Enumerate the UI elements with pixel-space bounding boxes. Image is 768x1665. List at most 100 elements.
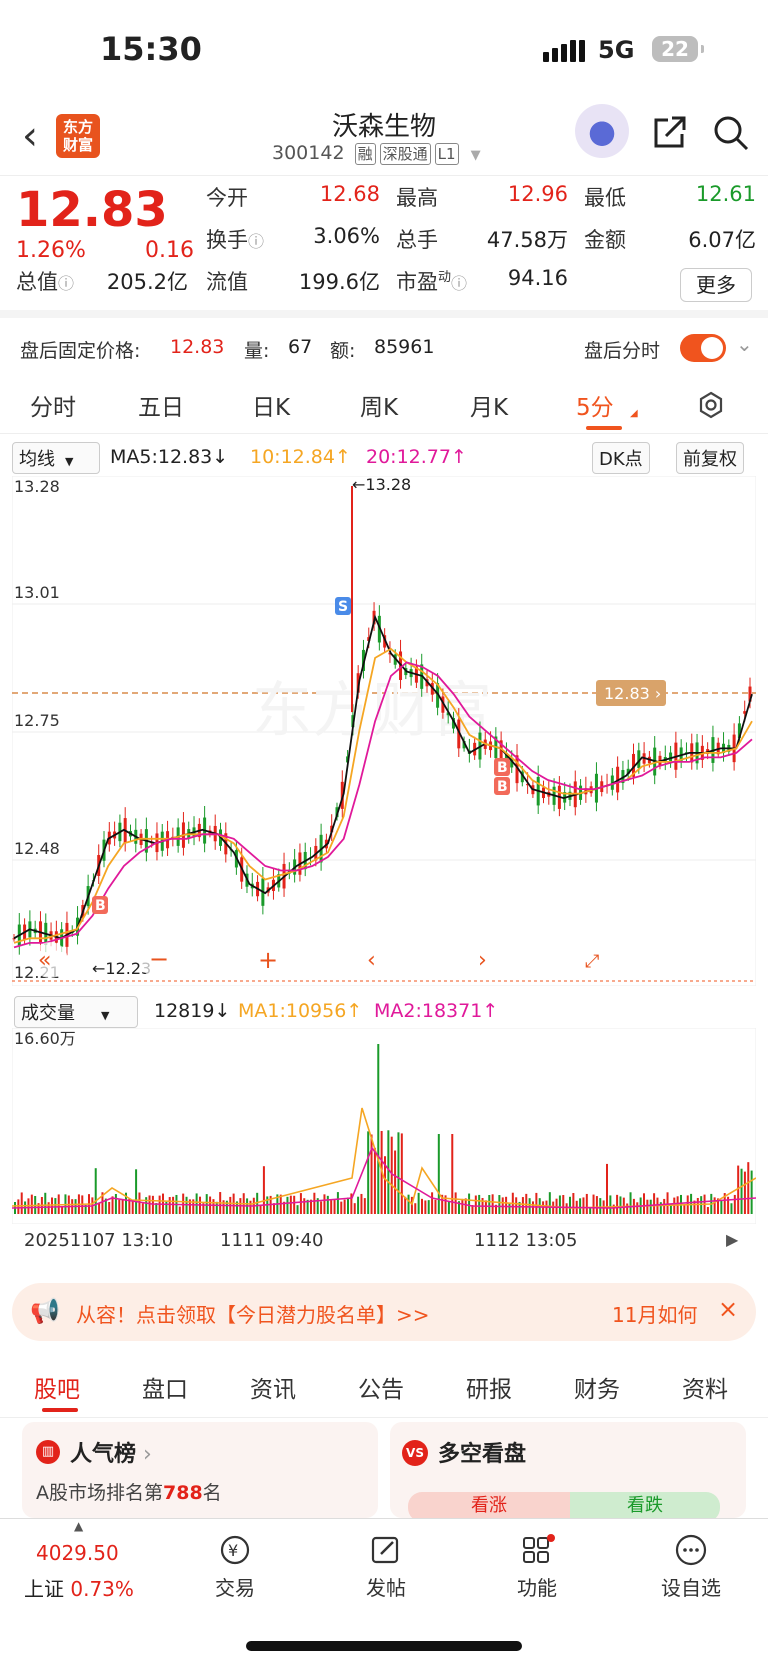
info-icon[interactable]: ⓘ (248, 232, 264, 251)
mktcap-value: 205.2亿 (106, 270, 188, 294)
index-line[interactable]: 上证 0.73% (24, 1573, 134, 1602)
price-chart-svg[interactable]: 东方财富 BSBB 13.28 13.01 12.75 12.48 12.21 … (11, 475, 757, 987)
next-icon[interactable]: › (478, 948, 487, 973)
search-icon[interactable] (712, 114, 750, 156)
volume-bar (595, 1196, 598, 1214)
info-icon[interactable]: ⓘ (451, 274, 467, 293)
banner-text[interactable]: 从容！点击领取【今日潜力股名单】>> (76, 1299, 430, 1328)
nav-post[interactable]: 发帖 (341, 1533, 431, 1601)
volume-bar (336, 1192, 339, 1214)
volume-bar (484, 1200, 487, 1214)
volume-bar (370, 1134, 373, 1214)
bull-bear-card[interactable]: VS 多空看盘 看涨 看跌 (390, 1422, 746, 1522)
tag-margin: 融 (354, 143, 376, 165)
tab-pankou[interactable]: 盘口 (142, 1370, 188, 1404)
promo-banner[interactable]: 📢 从容！点击领取【今日潜力股名单】>> 11月如何 × (12, 1283, 756, 1341)
popularity-card[interactable]: ▥ 人气榜 › A股市场排名第788名 (22, 1422, 378, 1518)
volume-chart[interactable]: 16.60万 (11, 1027, 757, 1225)
close-icon[interactable]: × (718, 1295, 738, 1323)
more-button[interactable]: 更多 (680, 268, 752, 302)
volume-bar (138, 1192, 141, 1214)
nav-trade[interactable]: ¥ 交易 (190, 1533, 280, 1601)
period-tabs: 分时 五日 日K 周K 月K 5分 ◢ (0, 378, 768, 434)
volume-bar (592, 1194, 595, 1214)
volume-bar (330, 1200, 333, 1214)
volume-bar (135, 1169, 138, 1214)
volume-bar (148, 1195, 151, 1214)
volume-bar (299, 1193, 302, 1214)
volume-bar (313, 1192, 316, 1214)
volume-bar (498, 1195, 501, 1214)
tab-intraday[interactable]: 分时 (30, 388, 76, 422)
chevron-down-icon[interactable]: ⌄ (736, 332, 753, 356)
volume-bar (249, 1200, 252, 1214)
adjust-button[interactable]: 前复权 (676, 442, 744, 474)
volume-bar (373, 1147, 376, 1214)
after-hours-row: 盘后固定价格: 12.83 量: 67 额: 85961 盘后分时 ⌄ (0, 326, 768, 370)
volume-bar (629, 1192, 632, 1214)
tab-5min[interactable]: 5分 (576, 388, 614, 422)
tab-finance[interactable]: 财务 (574, 1370, 620, 1404)
assistant-avatar[interactable] (575, 104, 629, 158)
after-hours-toggle[interactable] (680, 334, 726, 362)
fullscreen-icon[interactable]: ⤢ (585, 951, 600, 972)
tab-guba[interactable]: 股吧 (34, 1370, 80, 1404)
share-icon[interactable] (650, 114, 688, 156)
volume-bar (30, 1194, 33, 1214)
turnover-value: 3.06% (313, 224, 380, 248)
indicator-selector[interactable]: 均线 ▼ (12, 442, 100, 474)
tab-news[interactable]: 资讯 (250, 1370, 296, 1404)
content-tabs: 股吧 盘口 资讯 公告 研报 财务 资料 (0, 1356, 768, 1418)
float-cap-label: 流值 (206, 270, 248, 294)
more-dots-icon (675, 1534, 707, 1566)
tab-monthly[interactable]: 月K (470, 388, 508, 422)
functions-icon (523, 1534, 555, 1563)
tab-announcements[interactable]: 公告 (358, 1370, 404, 1404)
tab-weekly[interactable]: 周K (360, 388, 398, 422)
dk-point-button[interactable]: DK点 (592, 442, 650, 474)
cards-area: ▥ 人气榜 › A股市场排名第788名 VS 多空看盘 看涨 看跌 (0, 1418, 768, 1522)
kline-chart[interactable]: 东方财富 BSBB 13.28 13.01 12.75 12.48 12.21 … (11, 475, 757, 987)
tab-profile[interactable]: 资料 (682, 1370, 728, 1404)
volume-bar (532, 1201, 534, 1214)
prev-icon[interactable]: ‹ (367, 948, 376, 973)
tab-daily[interactable]: 日K (252, 388, 290, 422)
chevron-down-icon[interactable]: ▼ (471, 148, 481, 163)
volume-bar (434, 1199, 437, 1214)
volume-chart-svg[interactable]: 16.60万 (11, 1027, 757, 1225)
trade-icon: ¥ (220, 1535, 250, 1565)
nav-trade-label: 交易 (215, 1576, 255, 1600)
nav-watchlist[interactable]: 设自选 (646, 1533, 736, 1601)
first-page-icon[interactable]: « (38, 948, 51, 973)
volume-bar (468, 1193, 471, 1214)
zoom-in-icon[interactable]: + (258, 946, 278, 974)
nav-functions[interactable]: 功能 (492, 1533, 582, 1601)
volume-bar (390, 1136, 393, 1214)
date-label-3: 1112 13:05 (474, 1230, 578, 1251)
zoom-out-icon[interactable]: − (149, 945, 169, 973)
volume-bar (360, 1193, 363, 1214)
volume-bar (54, 1198, 57, 1214)
volume-axis-top: 16.60万 (14, 1029, 76, 1048)
info-icon[interactable]: ⓘ (58, 274, 74, 293)
volume-selector[interactable]: 成交量 ▼ (14, 996, 138, 1028)
volume-bar (394, 1150, 397, 1214)
volume-bar (424, 1200, 427, 1214)
index-value[interactable]: 4029.50 (36, 1541, 119, 1565)
settings-icon[interactable] (696, 390, 726, 426)
play-icon[interactable]: ▶ (726, 1230, 738, 1249)
axis-price-3: 12.75 (14, 711, 60, 730)
volume-bar (720, 1200, 723, 1214)
volume-bar (397, 1132, 400, 1214)
trade-marker-label: B (95, 898, 106, 914)
content-tab-indicator (42, 1408, 78, 1412)
battery-level: 22 (661, 37, 689, 61)
volume-bar (323, 1194, 326, 1214)
network-type: 5G (598, 36, 635, 64)
volume-bar (121, 1199, 124, 1214)
tab-research[interactable]: 研报 (466, 1370, 512, 1404)
tab-five-day[interactable]: 五日 (138, 388, 184, 422)
volume-bar (131, 1201, 134, 1214)
volume-value: 47.58万 (486, 228, 568, 252)
high-label: 最高 (396, 186, 438, 210)
